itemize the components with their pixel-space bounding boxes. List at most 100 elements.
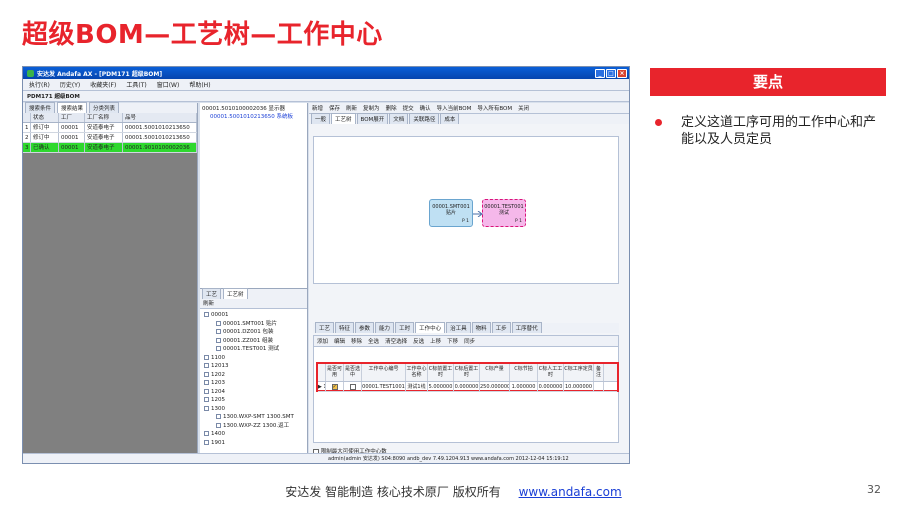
footer-link[interactable]: www.andafa.com (519, 485, 622, 499)
col-remark[interactable]: 备注 (594, 364, 604, 381)
tab-capability[interactable]: 能力 (375, 322, 395, 333)
save-button[interactable]: 保存 (329, 104, 340, 112)
maximize-button[interactable]: □ (606, 68, 616, 78)
tab-process[interactable]: 工艺 (315, 322, 335, 333)
menu-window[interactable]: 窗口(W) (157, 80, 180, 89)
col-work-center-name[interactable]: 工作中心名称 (406, 364, 428, 381)
clear-selection-button[interactable]: 清空选择 (385, 337, 407, 345)
process-flow-canvas[interactable]: 00001.SMT001 贴片 P 1 00001.TEST001 测试 P 1 (313, 136, 619, 284)
minimize-button[interactable]: _ (595, 68, 605, 78)
list-item[interactable]: 00001.SMT001 贴片 (204, 320, 305, 329)
highlight-box: 是否可用 是否选中 工作中心编号 工作中心名称 C标前置工时 C标后置工时 C标… (316, 362, 619, 392)
available-checkbox[interactable]: ✓ (331, 383, 338, 390)
list-item[interactable]: 00001.DZ001 包装 (204, 328, 305, 337)
list-item[interactable]: 1901 (204, 439, 305, 448)
list-item[interactable]: 1300.WXP-SMT 1300.SMT (204, 413, 305, 422)
tab-craft-tree[interactable]: 工艺树 (223, 288, 248, 299)
import-current-bom-button[interactable]: 导入当前BOM (437, 104, 472, 112)
close-button[interactable]: × (617, 68, 627, 78)
list-item[interactable]: 1300.WXP-ZZ 1300.返工 (204, 422, 305, 431)
tree-node-board[interactable]: 00001.5001010213650 系统板 (202, 113, 305, 121)
import-all-bom-button[interactable]: 导入所有BOM (477, 104, 512, 112)
table-row[interactable]: 2 修订中 00001 安道泰电子 00001.5001010213650 (23, 133, 197, 143)
list-item[interactable]: 1202 (204, 371, 305, 380)
craft-refresh-button[interactable]: 刷新 (200, 299, 307, 309)
list-item[interactable]: 1300 (204, 405, 305, 414)
close-tab-button[interactable]: 关闭 (518, 104, 529, 112)
list-item[interactable]: 1205 (204, 396, 305, 405)
tab-documents[interactable]: 文档 (389, 113, 409, 124)
select-all-button[interactable]: 全选 (368, 337, 379, 345)
copy-as-button[interactable]: 复制为 (363, 104, 380, 112)
move-up-button[interactable]: 上移 (430, 337, 441, 345)
process-node-test[interactable]: 00001.TEST001 测试 P 1 (482, 199, 526, 227)
tab-materials[interactable]: 物料 (471, 322, 491, 333)
tab-search-conditions[interactable]: 搜索条件 (25, 102, 56, 113)
selected-checkbox[interactable] (349, 383, 356, 390)
col-staffing[interactable]: C标工序定员 (564, 364, 594, 381)
tab-steps[interactable]: 工步 (491, 322, 511, 333)
new-button[interactable]: 新增 (312, 104, 323, 112)
sync-button[interactable]: 同步 (464, 337, 475, 345)
list-item[interactable]: 1204 (204, 388, 305, 397)
tab-worktime[interactable]: 工时 (395, 322, 415, 333)
list-item[interactable]: 00001.ZZ001 组装 (204, 337, 305, 346)
tab-substitute[interactable]: 工序替代 (511, 322, 542, 333)
tab-cost[interactable]: 成本 (440, 113, 460, 124)
tab-general[interactable]: 一般 (311, 113, 331, 124)
remove-button[interactable]: 移除 (351, 337, 362, 345)
submit-button[interactable]: 提交 (403, 104, 414, 112)
tab-features[interactable]: 特征 (335, 322, 355, 333)
menu-help[interactable]: 帮助(H) (189, 80, 210, 89)
tab-category-list[interactable]: 分类列表 (89, 102, 120, 113)
col-labor-time[interactable]: C标人工工时 (538, 364, 564, 381)
tab-work-center[interactable]: 工作中心 (415, 322, 446, 333)
table-row[interactable]: ▶ 1 ✓ 00001.TEST1001 测试1线 5.000000 0.000… (318, 382, 617, 392)
delete-button[interactable]: 删除 (386, 104, 397, 112)
list-item[interactable]: 1400 (204, 430, 305, 439)
col-factory[interactable]: 工厂 (59, 113, 85, 122)
col-status[interactable]: 状态 (31, 113, 59, 122)
col-output[interactable]: C标产量 (480, 364, 510, 381)
list-item[interactable]: 00001.TEST001 测试 (204, 345, 305, 354)
refresh-button[interactable]: 刷新 (346, 104, 357, 112)
invert-selection-button[interactable]: 反选 (413, 337, 424, 345)
status-bar: admin(admin 安达发) S04:8090 andb_dev 7.49.… (23, 453, 629, 463)
tree-node-display[interactable]: 00001.5010100002036 显示器 (202, 105, 305, 113)
window-titlebar: 安达发 Andafa AX - [PDM171 超级BOM] _ □ × (23, 67, 629, 79)
bom-tree: 00001.5010100002036 显示器 00001.5001010213… (200, 103, 307, 289)
point-text: 定义这道工序可用的工作中心和产能以及人员定员 (681, 115, 877, 147)
process-node-smt[interactable]: 00001.SMT001 贴片 P 1 (429, 199, 473, 227)
menu-run[interactable]: 执行(R) (29, 80, 50, 89)
detail-pane: 新增 保存 刷新 复制为 删除 提交 确认 导入当前BOM 导入所有BOM 关闭… (309, 103, 629, 455)
move-down-button[interactable]: 下移 (447, 337, 458, 345)
col-item-code[interactable]: 品号 (123, 113, 197, 122)
col-work-center-code[interactable]: 工作中心编号 (362, 364, 406, 381)
col-factory-name[interactable]: 工厂名称 (85, 113, 123, 122)
tab-params[interactable]: 参数 (355, 322, 375, 333)
tab-bom-expand[interactable]: BOM展开 (356, 113, 389, 124)
table-row[interactable]: 1 修订中 00001 安道泰电子 00001.5001010213650 (23, 123, 197, 133)
edit-button[interactable]: 编辑 (334, 337, 345, 345)
tab-related-path[interactable]: 关联路径 (409, 113, 440, 124)
tab-craft[interactable]: 工艺 (202, 288, 222, 299)
list-item[interactable]: 12013 (204, 362, 305, 371)
tab-tools[interactable]: 治工具 (446, 322, 471, 333)
table-row-selected[interactable]: 3 已确认 00001 安道泰电子 00001.9010100002036 (23, 143, 197, 153)
list-item[interactable]: 00001 (204, 311, 305, 320)
menu-history[interactable]: 历史(Y) (60, 80, 80, 89)
col-available[interactable]: 是否可用 (326, 364, 344, 381)
tab-search-results[interactable]: 搜索结果 (57, 102, 88, 113)
list-item[interactable]: 1203 (204, 379, 305, 388)
add-button[interactable]: 添加 (317, 337, 328, 345)
results-grid-header: 状态 工厂 工厂名称 品号 (23, 113, 197, 123)
col-pre-time[interactable]: C标前置工时 (428, 364, 454, 381)
col-post-time[interactable]: C标后置工时 (454, 364, 480, 381)
col-selected[interactable]: 是否选中 (344, 364, 362, 381)
menu-favorites[interactable]: 收藏夹(F) (90, 80, 116, 89)
menu-tools[interactable]: 工具(T) (126, 80, 146, 89)
col-takt[interactable]: C标节拍 (510, 364, 538, 381)
list-item[interactable]: 1100 (204, 354, 305, 363)
tab-process-tree[interactable]: 工艺树 (331, 113, 356, 124)
confirm-button[interactable]: 确认 (420, 104, 431, 112)
